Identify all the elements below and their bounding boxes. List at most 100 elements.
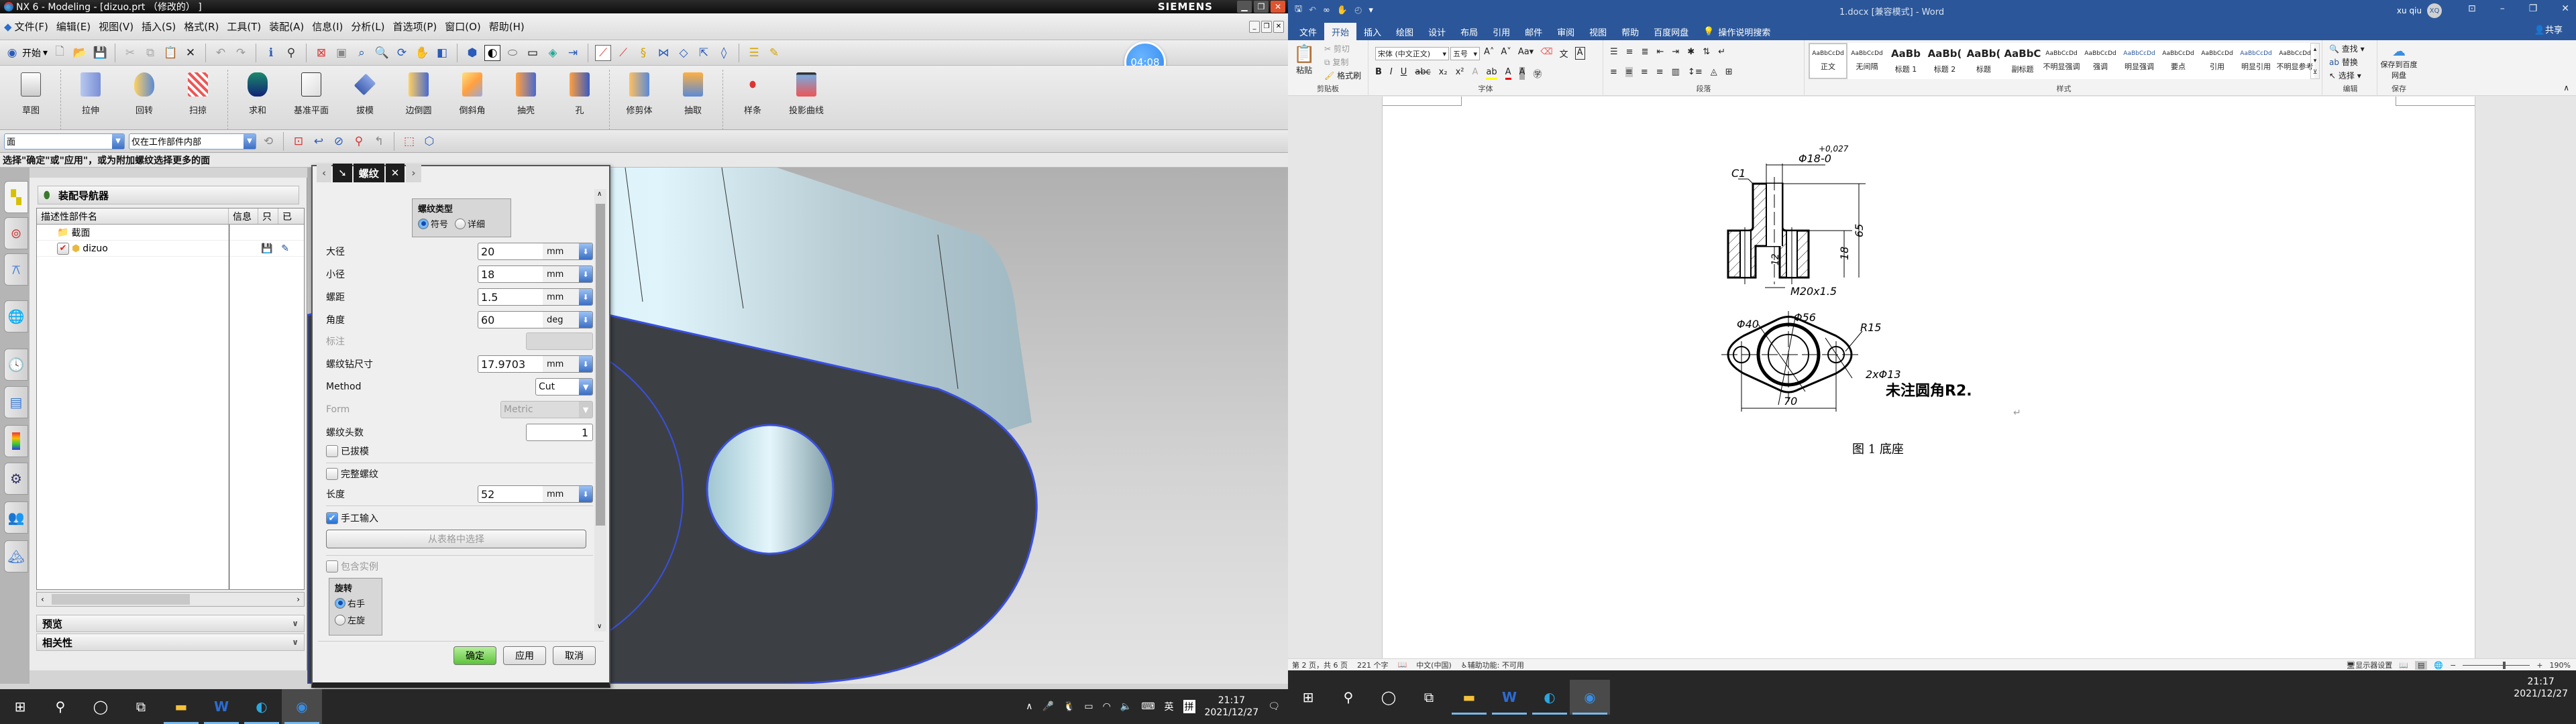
- tab-help[interactable]: 帮助: [1614, 23, 1646, 40]
- search-button[interactable]: ⚲: [1328, 680, 1368, 715]
- view-orient-icon[interactable]: ⬢: [464, 45, 480, 61]
- tab-system-materials[interactable]: ▤: [4, 386, 28, 418]
- snap-quadrant-icon[interactable]: ⇱: [696, 45, 712, 61]
- col-modified[interactable]: 已: [278, 208, 299, 224]
- feature-chamfer[interactable]: 倒斜角: [445, 70, 499, 116]
- page-count[interactable]: 第 2 页，共 6 页: [1292, 660, 1348, 670]
- text-effects-icon[interactable]: A: [1472, 67, 1478, 80]
- redo-icon[interactable]: ↷: [233, 45, 249, 61]
- tab-home[interactable]: 开始: [1324, 23, 1357, 40]
- language[interactable]: 中文(中国): [1416, 660, 1452, 670]
- tapered-checkbox[interactable]: [326, 445, 338, 457]
- numbering-icon[interactable]: ≡: [1626, 47, 1633, 57]
- tab-visualization[interactable]: [4, 425, 28, 457]
- doc-close-button[interactable]: ✕: [1273, 20, 1284, 33]
- character-border-icon[interactable]: A: [1574, 47, 1585, 60]
- style-10[interactable]: AaBbCcDd 引用: [2198, 43, 2237, 79]
- subscript-icon[interactable]: x₂: [1439, 67, 1448, 80]
- keyboard-icon[interactable]: ⌨: [1141, 701, 1155, 712]
- method-select[interactable]: Cut ▼: [535, 378, 593, 396]
- background-icon[interactable]: ▭: [525, 45, 541, 61]
- tab-design[interactable]: 设计: [1421, 23, 1453, 40]
- word-count[interactable]: 221 个字: [1357, 660, 1389, 670]
- feature-unite[interactable]: 求和: [231, 70, 284, 116]
- horizontal-scrollbar[interactable]: ‹ ›: [36, 592, 305, 607]
- prev-dialog-button[interactable]: ‹: [317, 164, 332, 182]
- cancel-button[interactable]: 取消: [553, 646, 596, 665]
- rotate-icon[interactable]: ⟳: [394, 45, 410, 61]
- tab-roles[interactable]: 👥: [4, 501, 28, 534]
- enclose-characters-icon[interactable]: ㊫: [1533, 67, 1542, 80]
- minimize-button[interactable]: ▁: [1237, 1, 1252, 13]
- minor-diameter-field[interactable]: 18 mm ⬇: [478, 265, 593, 283]
- cortana-button[interactable]: ◯: [1368, 680, 1409, 715]
- tab-constraint-navigator[interactable]: ⊚: [4, 217, 28, 249]
- arrow-icon[interactable]: ↩: [311, 133, 327, 149]
- tab-system-scenes[interactable]: 🏔: [4, 540, 28, 572]
- align-left-icon[interactable]: ≡: [1610, 67, 1617, 77]
- format-painter-button[interactable]: 🖌 格式刷: [1324, 70, 1361, 81]
- feature-project-curve[interactable]: 投影曲线: [780, 70, 833, 116]
- menu-preferences[interactable]: 首选项(P): [392, 19, 437, 34]
- input-mode-en[interactable]: 英: [1165, 700, 1174, 713]
- feature-sweep[interactable]: 扫掠: [171, 70, 225, 116]
- feature-draft[interactable]: 拔模: [338, 70, 392, 116]
- full-thread-checkbox[interactable]: [326, 468, 338, 480]
- style-8[interactable]: AaBbCcDd 明显强调: [2120, 43, 2159, 79]
- decrease-indent-icon[interactable]: ⇤: [1656, 47, 1664, 57]
- feature-edge-blend[interactable]: 边倒圆: [392, 70, 445, 116]
- tab-web-browser[interactable]: 🌐: [4, 300, 28, 333]
- tree-row-dizuo[interactable]: ✔ ⬢ dizuo 💾 ✎: [37, 241, 304, 257]
- snap-icon[interactable]: ⊡: [290, 133, 307, 149]
- display-settings-button[interactable]: 🖥显示器设置: [2346, 660, 2392, 670]
- edit-object-icon[interactable]: ✎: [766, 45, 782, 61]
- col-info[interactable]: 信息: [229, 208, 258, 224]
- borders-icon[interactable]: ⊞: [1725, 67, 1733, 77]
- arrow-down-icon[interactable]: ⬇: [579, 266, 592, 282]
- taskbar-word[interactable]: W: [1489, 680, 1529, 715]
- windows-start-button[interactable]: ⊞: [0, 689, 40, 724]
- thread-type-detailed-radio[interactable]: [455, 218, 466, 229]
- doc-restore-button[interactable]: ❐: [1261, 20, 1272, 33]
- save-icon[interactable]: 🖫: [1295, 3, 1302, 17]
- section-preview[interactable]: 预览 ∨: [36, 615, 305, 632]
- ribbon-display-options-icon[interactable]: ⊡: [2468, 3, 2476, 14]
- input-method-pinyin[interactable]: 拼: [1183, 700, 1195, 713]
- menu-edit[interactable]: 编辑(E): [56, 19, 91, 34]
- snap-control-icon[interactable]: §: [635, 45, 651, 61]
- tab-history[interactable]: 🕓: [4, 349, 28, 381]
- taskbar-explorer[interactable]: ▬: [1449, 680, 1489, 715]
- delete-icon[interactable]: ✕: [182, 45, 199, 61]
- grow-font-icon[interactable]: A˄: [1484, 47, 1494, 60]
- clock[interactable]: 21:17 2021/12/27: [1205, 695, 1259, 719]
- print-layout-icon[interactable]: ▤: [2415, 660, 2428, 670]
- tab-part-navigator[interactable]: ⚻: [4, 253, 28, 286]
- battery-icon[interactable]: ▭: [1084, 701, 1093, 712]
- clear-format-icon[interactable]: ⌫: [1540, 47, 1552, 60]
- align-right-icon[interactable]: ≡: [1641, 67, 1648, 77]
- taskbar-nx[interactable]: ◉: [1570, 680, 1610, 715]
- start-button[interactable]: ◉ 开始 ▾: [4, 45, 48, 61]
- taskbar-explorer[interactable]: ▬: [161, 689, 201, 724]
- point-icon[interactable]: ⊘: [331, 133, 347, 149]
- menu-view[interactable]: 视图(V): [99, 19, 133, 34]
- wcs-icon[interactable]: ⇥: [565, 45, 581, 61]
- menu-window[interactable]: 窗口(O): [445, 19, 481, 34]
- restore-button[interactable]: ❐: [1254, 1, 1269, 13]
- font-size-select[interactable]: 五号 ▾: [1450, 47, 1480, 60]
- snap-center-icon[interactable]: ◇: [676, 45, 692, 61]
- menu-assembly[interactable]: 装配(A): [269, 19, 304, 34]
- zoom-icon[interactable]: 🔍: [374, 45, 390, 61]
- styles-scroll[interactable]: ▴ ▾ ⊻: [2310, 43, 2320, 79]
- tab-draw[interactable]: 绘图: [1389, 23, 1421, 40]
- feature-shell[interactable]: 抽壳: [499, 70, 553, 116]
- fit-icon[interactable]: ⊠: [313, 45, 329, 61]
- col-part-name[interactable]: 描述性部件名: [37, 208, 229, 224]
- snap-endpoint-icon[interactable]: ⟋: [595, 44, 612, 61]
- underline-icon[interactable]: U: [1401, 67, 1407, 80]
- cube-icon[interactable]: ⬡: [421, 133, 437, 149]
- dialog-pin-icon[interactable]: ➘: [333, 164, 352, 182]
- copy-icon[interactable]: ⧉: [142, 45, 158, 61]
- justify-icon[interactable]: ≡: [1656, 67, 1664, 77]
- dialog-scrollbar[interactable]: ∧ ∨: [594, 189, 606, 631]
